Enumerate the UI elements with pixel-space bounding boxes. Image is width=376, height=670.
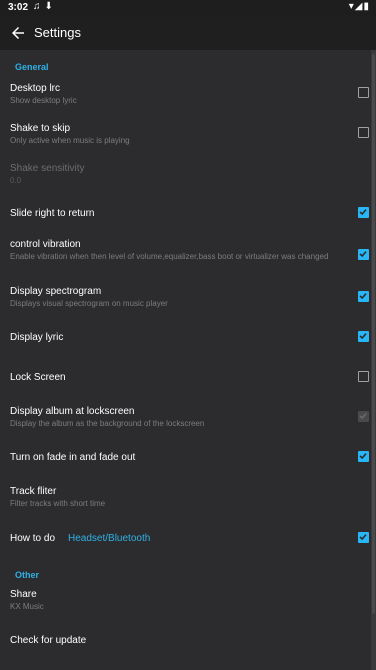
check-icon — [359, 293, 367, 300]
setting-subtitle: Only active when music is playing — [10, 136, 130, 145]
section-header-other: Other — [15, 570, 40, 580]
setting-track-filter[interactable]: Track fliter Filter tracks with short ti… — [0, 481, 370, 513]
setting-album-lockscreen[interactable]: Display album at lockscreen Display the … — [0, 401, 370, 433]
lock-screen-checkbox[interactable] — [358, 371, 369, 382]
setting-subtitle: Filter tracks with short time — [10, 499, 106, 508]
setting-title: control vibration — [10, 239, 81, 250]
slide-right-checkbox[interactable] — [358, 207, 369, 218]
setting-title: Desktop lrc — [10, 83, 61, 94]
setting-title: Shake to skip — [10, 123, 71, 134]
setting-subtitle: 0.0 — [10, 176, 22, 185]
section-header-general: General — [15, 62, 49, 72]
setting-shake-sensitivity: Shake sensitivity 0.0 — [0, 158, 370, 190]
how-to-do-value[interactable]: Headset/Bluetooth — [68, 533, 150, 544]
scrollbar[interactable] — [371, 50, 376, 670]
scrollbar-thumb[interactable] — [372, 54, 375, 614]
shake-to-skip-checkbox[interactable] — [358, 127, 369, 138]
setting-title: Display album at lockscreen — [10, 406, 135, 417]
setting-shake-to-skip[interactable]: Shake to skip Only active when music is … — [0, 118, 370, 150]
setting-slide-right[interactable]: Slide right to return — [0, 202, 370, 226]
back-arrow-icon[interactable] — [9, 24, 27, 42]
setting-subtitle: KX Music — [10, 602, 44, 611]
setting-title: Check for update — [10, 635, 87, 646]
setting-title: Turn on fade in and fade out — [10, 452, 136, 463]
status-time: 3:02 — [8, 2, 29, 13]
setting-subtitle: Displays visual spectrogram on music pla… — [10, 299, 168, 308]
display-lyric-checkbox[interactable] — [358, 331, 369, 342]
setting-control-vibration[interactable]: control vibration Enable vibration when … — [0, 234, 370, 274]
setting-title: Slide right to return — [10, 208, 95, 219]
setting-title: Display spectrogram — [10, 286, 102, 297]
settings-list: General Desktop lrc Show desktop lyric S… — [0, 50, 370, 670]
how-to-do-checkbox[interactable] — [358, 532, 369, 543]
check-icon — [359, 251, 367, 258]
music-notification-icon: ♫ — [33, 1, 41, 12]
display-spectrogram-checkbox[interactable] — [358, 291, 369, 302]
setting-display-spectrogram[interactable]: Display spectrogram Displays visual spec… — [0, 281, 370, 313]
setting-title: Lock Screen — [10, 372, 66, 383]
setting-fade[interactable]: Turn on fade in and fade out — [0, 446, 370, 470]
fade-checkbox[interactable] — [358, 451, 369, 462]
system-status-icons: ▾◢▮ — [348, 1, 370, 12]
check-icon — [359, 209, 367, 216]
setting-lock-screen[interactable]: Lock Screen — [0, 366, 370, 390]
check-icon — [359, 534, 367, 541]
setting-check-update[interactable]: Check for update — [0, 630, 370, 654]
page-title: Settings — [34, 25, 81, 40]
status-bar: 3:02 ♫ ⬇ ▾◢▮ — [0, 0, 376, 16]
check-icon — [359, 453, 367, 460]
setting-title: Display lyric — [10, 332, 64, 343]
setting-how-to-do[interactable]: How to do Headset/Bluetooth — [0, 527, 370, 551]
setting-title: How to do — [10, 533, 56, 544]
download-notification-icon: ⬇ — [44, 1, 53, 12]
setting-title: Shake sensitivity — [10, 163, 85, 174]
check-icon — [359, 333, 367, 340]
setting-subtitle: Enable vibration when then level of volu… — [10, 252, 329, 261]
setting-subtitle: Display the album as the background of t… — [10, 419, 205, 428]
control-vibration-checkbox[interactable] — [358, 249, 369, 260]
setting-desktop-lrc[interactable]: Desktop lrc Show desktop lyric — [0, 78, 370, 110]
setting-share[interactable]: Share KX Music — [0, 584, 370, 616]
desktop-lrc-checkbox[interactable] — [358, 87, 369, 98]
album-lockscreen-checkbox — [358, 411, 369, 422]
app-bar: Settings — [0, 16, 376, 50]
setting-title: Track fliter — [10, 486, 57, 497]
check-icon — [359, 413, 367, 420]
setting-subtitle: Show desktop lyric — [10, 96, 77, 105]
setting-title: Share — [10, 589, 37, 600]
notification-icons: ♫ ⬇ — [33, 1, 57, 12]
setting-display-lyric[interactable]: Display lyric — [0, 326, 370, 350]
